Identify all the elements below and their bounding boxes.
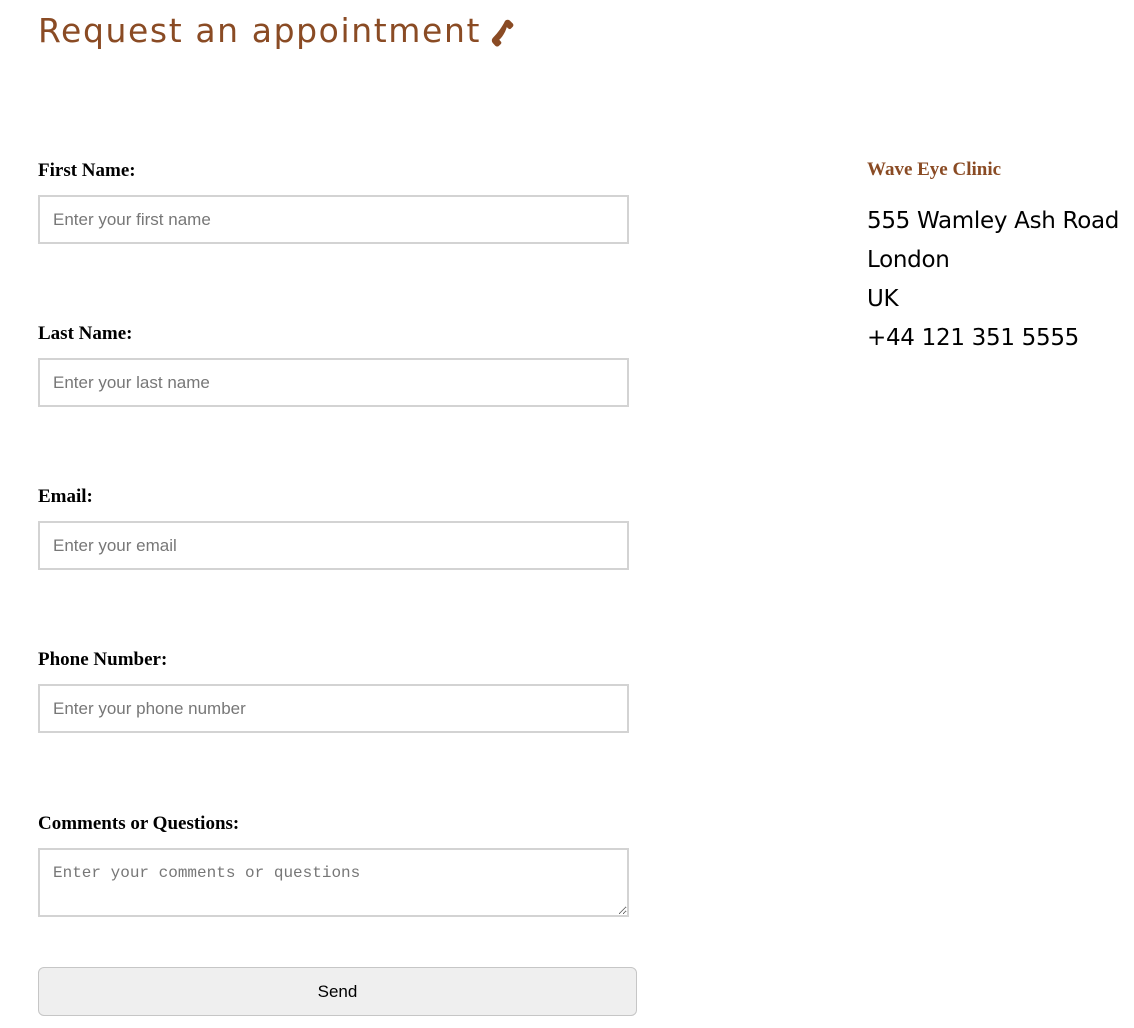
send-button[interactable]: Send bbox=[38, 967, 637, 1016]
address-country: UK bbox=[867, 286, 899, 312]
address-city: London bbox=[867, 247, 950, 273]
clinic-info: Wave Eye Clinic 555 Wamley Ash Road Lond… bbox=[867, 158, 1134, 358]
clinic-phone: +44 121 351 5555 bbox=[867, 325, 1080, 351]
phone-number-label: Phone Number: bbox=[38, 649, 168, 670]
last-name-label: Last Name: bbox=[38, 323, 133, 344]
address-street: 555 Wamley Ash Road bbox=[867, 208, 1120, 234]
first-name-input[interactable] bbox=[38, 195, 629, 244]
phone-number-input[interactable] bbox=[38, 684, 629, 733]
comments-label: Comments or Questions: bbox=[38, 813, 240, 834]
first-name-label: First Name: bbox=[38, 160, 136, 181]
page-title: Request an appointment bbox=[38, 11, 481, 50]
email-label: Email: bbox=[38, 486, 93, 507]
email-input[interactable] bbox=[38, 521, 629, 570]
last-name-input[interactable] bbox=[38, 358, 629, 407]
phone-icon bbox=[491, 19, 514, 47]
comments-textarea[interactable] bbox=[38, 848, 629, 917]
clinic-name: Wave Eye Clinic bbox=[867, 159, 1002, 180]
